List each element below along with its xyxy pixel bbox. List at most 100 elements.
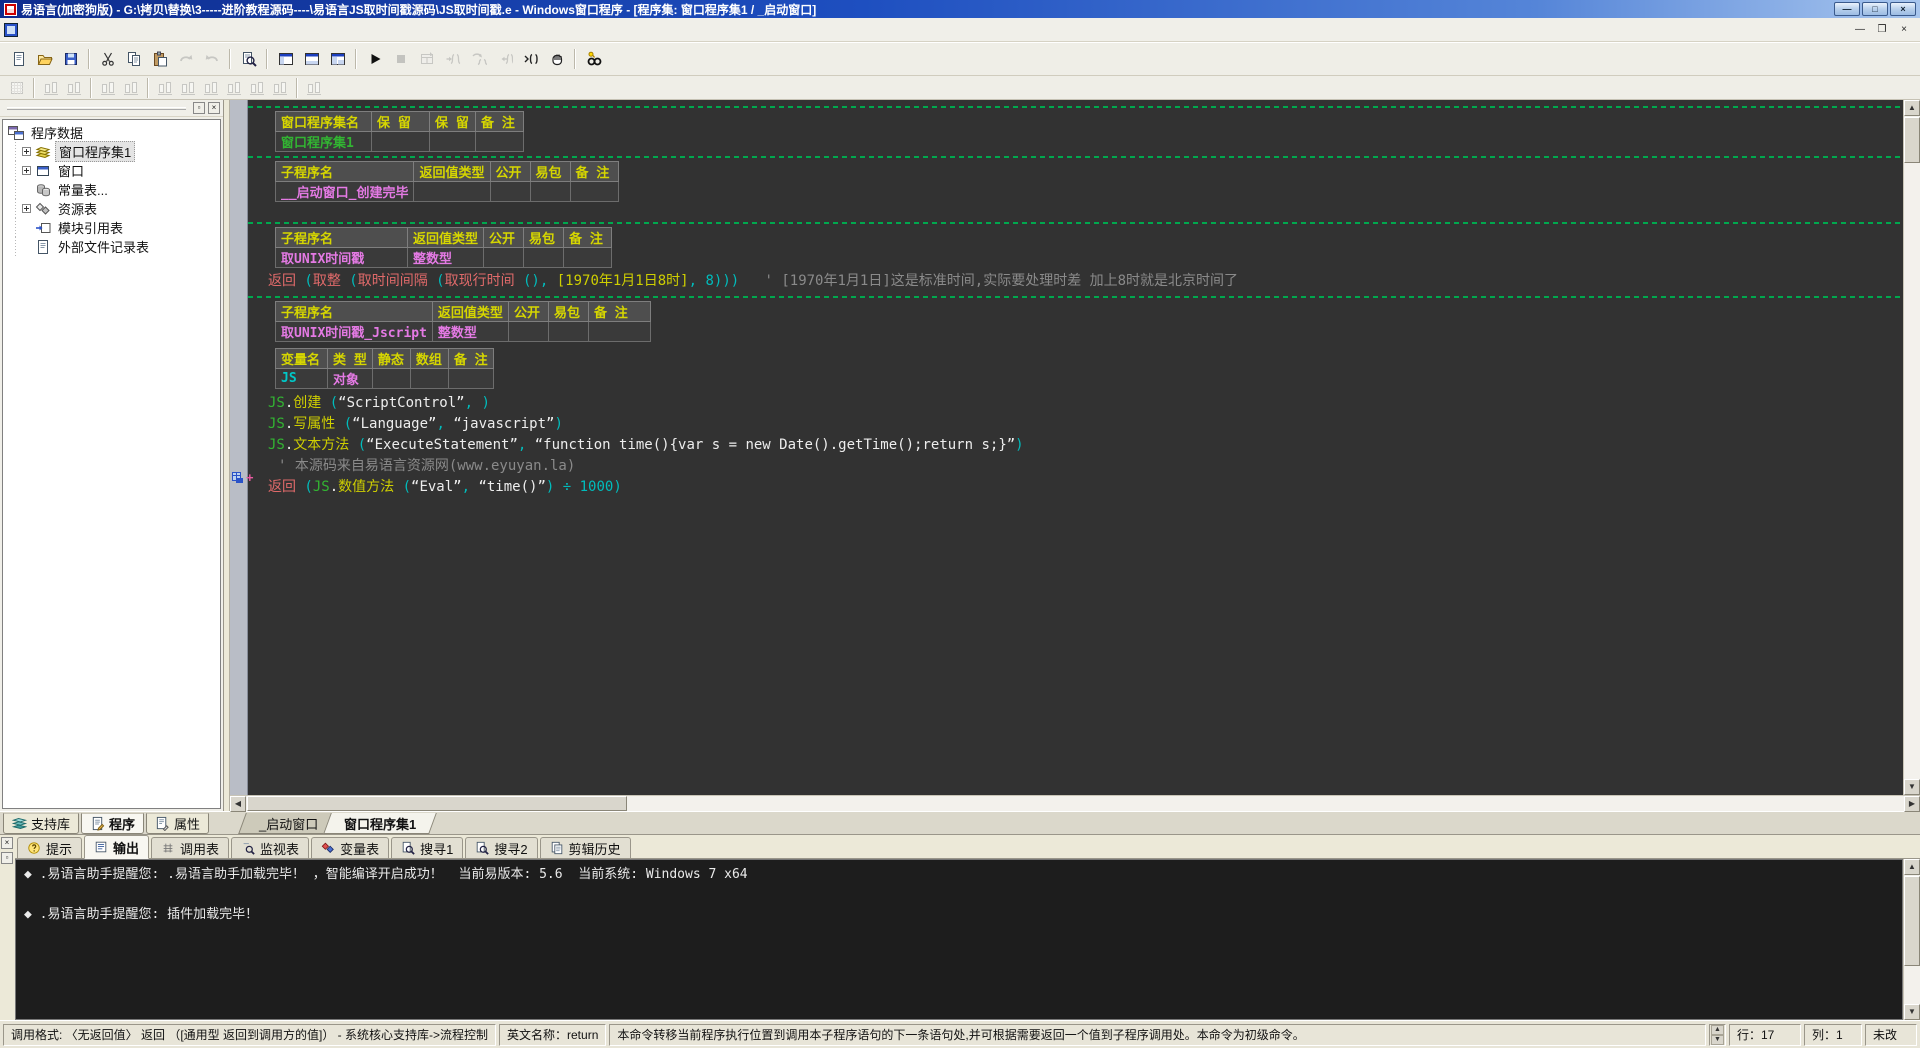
table-cell[interactable]: 整数型 [431, 321, 509, 342]
tree-item-constants[interactable]: 常量表... [5, 180, 220, 199]
center-horizontal-button[interactable] [154, 78, 176, 98]
scroll-left-button[interactable]: ◀ [230, 796, 246, 812]
output-tab-hint[interactable]: 提示 [17, 837, 83, 858]
code-line[interactable]: 返回 (取整 (取时间间隔 (取现行时间 (), [1970年1月1日8时], … [268, 271, 1903, 292]
tree-item-resources[interactable]: 资源表 [5, 199, 220, 218]
code-line[interactable]: JS.写属性 (“Language”, “javascript”) [268, 414, 1903, 435]
output-vertical-scrollbar[interactable]: ▲ ▼ [1903, 859, 1920, 1020]
expand-plus-icon[interactable] [22, 147, 31, 156]
scroll-thumb[interactable] [247, 796, 627, 811]
copy-button[interactable] [121, 47, 146, 72]
redo-button[interactable] [173, 47, 198, 72]
scroll-right-button[interactable]: ▶ [1904, 796, 1920, 812]
new-file-button[interactable] [6, 47, 31, 72]
code-line[interactable]: JS.文本方法 (“ExecuteStatement”, “function t… [268, 435, 1903, 456]
table-cell[interactable]: 取UNIX时间戳 [275, 247, 408, 268]
code-editor-canvas[interactable]: 窗口程序集名保 留保 留备 注窗口程序集1 子程序名 返回值类型 公开 易包备 注 __… [248, 100, 1903, 795]
minimize-button[interactable]: — [1834, 2, 1860, 16]
close-button[interactable]: × [1890, 2, 1916, 16]
mdi-minimize-button[interactable]: — [1852, 23, 1868, 37]
panel-close-button[interactable]: × [208, 102, 220, 114]
output-float-button[interactable]: ▫ [1, 852, 13, 864]
align-right-button[interactable] [63, 78, 85, 98]
tree-root-program-data[interactable]: 程序数据 [5, 123, 220, 142]
output-tab-clips[interactable]: 剪辑历史 [539, 837, 631, 858]
table-cell[interactable] [447, 368, 494, 389]
tree-item-files[interactable]: 外部文件记录表 [5, 237, 220, 256]
output-tab-vars[interactable]: 变量表 [311, 837, 390, 858]
undo-button[interactable] [199, 47, 224, 72]
scroll-up-button[interactable]: ▲ [1904, 100, 1920, 116]
window-split-left-button[interactable] [273, 47, 298, 72]
table-cell[interactable] [547, 321, 589, 342]
table-cell[interactable] [371, 368, 411, 389]
align-top-button[interactable] [97, 78, 119, 98]
mdi-close-button[interactable]: × [1896, 23, 1912, 37]
table-cell[interactable] [507, 321, 549, 342]
toggle-breakpoint-button[interactable] [518, 47, 543, 72]
window-split-bottom-button[interactable] [299, 47, 324, 72]
table-cell[interactable] [529, 181, 571, 202]
output-tab-search[interactable]: 搜寻1 [391, 837, 464, 858]
run-button[interactable] [362, 47, 387, 72]
tree-item-modules[interactable]: 模块引用表 [5, 218, 220, 237]
table-cell[interactable] [563, 247, 613, 268]
code-line[interactable]: 返回 (JS.数值方法 (“Eval”, “time()”) ÷ 1000) [268, 477, 1903, 498]
table-cell[interactable]: 取UNIX时间戳_Jscript [275, 321, 433, 342]
output-tab-watch[interactable]: 监视表 [231, 837, 310, 858]
cut-button[interactable] [95, 47, 120, 72]
same-height-button[interactable] [223, 78, 245, 98]
editor-vertical-scrollbar[interactable]: ▲ ▼ [1903, 100, 1920, 795]
scroll-down-button[interactable]: ▼ [1904, 779, 1920, 795]
table-cell[interactable]: __启动窗口_创建完毕 [274, 181, 415, 202]
pause-hand-button[interactable] [544, 47, 569, 72]
table-cell[interactable] [371, 131, 430, 152]
align-left-button[interactable] [40, 78, 62, 98]
step-into-button[interactable] [440, 47, 465, 72]
panel-grip[interactable] [7, 106, 186, 110]
window-split-grid-button[interactable] [325, 47, 350, 72]
sidebar-tab-lib[interactable]: 支持库 [3, 813, 80, 834]
tree-item-assembly[interactable]: 窗口程序集1 [5, 141, 220, 162]
size-to-grid-button[interactable] [303, 78, 325, 98]
table-cell[interactable] [489, 181, 531, 202]
scroll-down-button[interactable]: ▼ [1904, 1004, 1920, 1020]
mdi-restore-button[interactable]: ❒ [1874, 23, 1890, 37]
code-line[interactable]: JS.创建 (“ScriptControl”, ) [268, 393, 1903, 414]
table-cell[interactable] [587, 321, 651, 342]
super-find-button[interactable] [581, 47, 606, 72]
space-across-button[interactable] [246, 78, 268, 98]
editor-horizontal-scrollbar[interactable]: ◀ ▶ [230, 795, 1920, 812]
step-over-button[interactable] [466, 47, 491, 72]
paste-button[interactable] [147, 47, 172, 72]
table-cell[interactable] [569, 181, 619, 202]
editor-gutter[interactable] [230, 100, 248, 795]
table-cell[interactable] [429, 131, 476, 152]
table-cell[interactable] [483, 247, 525, 268]
tree-item-window[interactable]: 窗口 [5, 161, 220, 180]
expand-plus-icon[interactable] [22, 204, 31, 213]
debug-window-button[interactable] [414, 47, 439, 72]
align-bottom-button[interactable] [120, 78, 142, 98]
sidebar-tab-program[interactable]: 程序 [81, 813, 145, 834]
spin-down-button[interactable]: ▼ [1711, 1034, 1724, 1045]
find-button[interactable] [236, 47, 261, 72]
output-tab-calls[interactable]: 调用表 [151, 837, 230, 858]
panel-float-button[interactable]: ▫ [193, 102, 205, 114]
open-file-button[interactable] [32, 47, 57, 72]
scroll-thumb[interactable] [1904, 117, 1920, 163]
restore-button[interactable]: □ [1862, 2, 1888, 16]
sidebar-tab-props[interactable]: 属性 [146, 813, 210, 834]
scroll-up-button[interactable]: ▲ [1904, 859, 1920, 875]
editor-tab[interactable]: 窗口程序集1 [323, 813, 438, 834]
table-cell[interactable]: 窗口程序集1 [275, 131, 372, 152]
table-cell[interactable] [413, 181, 491, 202]
stop-button[interactable] [388, 47, 413, 72]
table-cell[interactable] [409, 368, 449, 389]
table-cell[interactable]: 对象 [327, 368, 373, 389]
center-vertical-button[interactable] [177, 78, 199, 98]
same-width-button[interactable] [200, 78, 222, 98]
scroll-thumb[interactable] [1904, 876, 1920, 966]
output-tab-out[interactable]: 输出 [84, 835, 150, 859]
space-down-button[interactable] [269, 78, 291, 98]
